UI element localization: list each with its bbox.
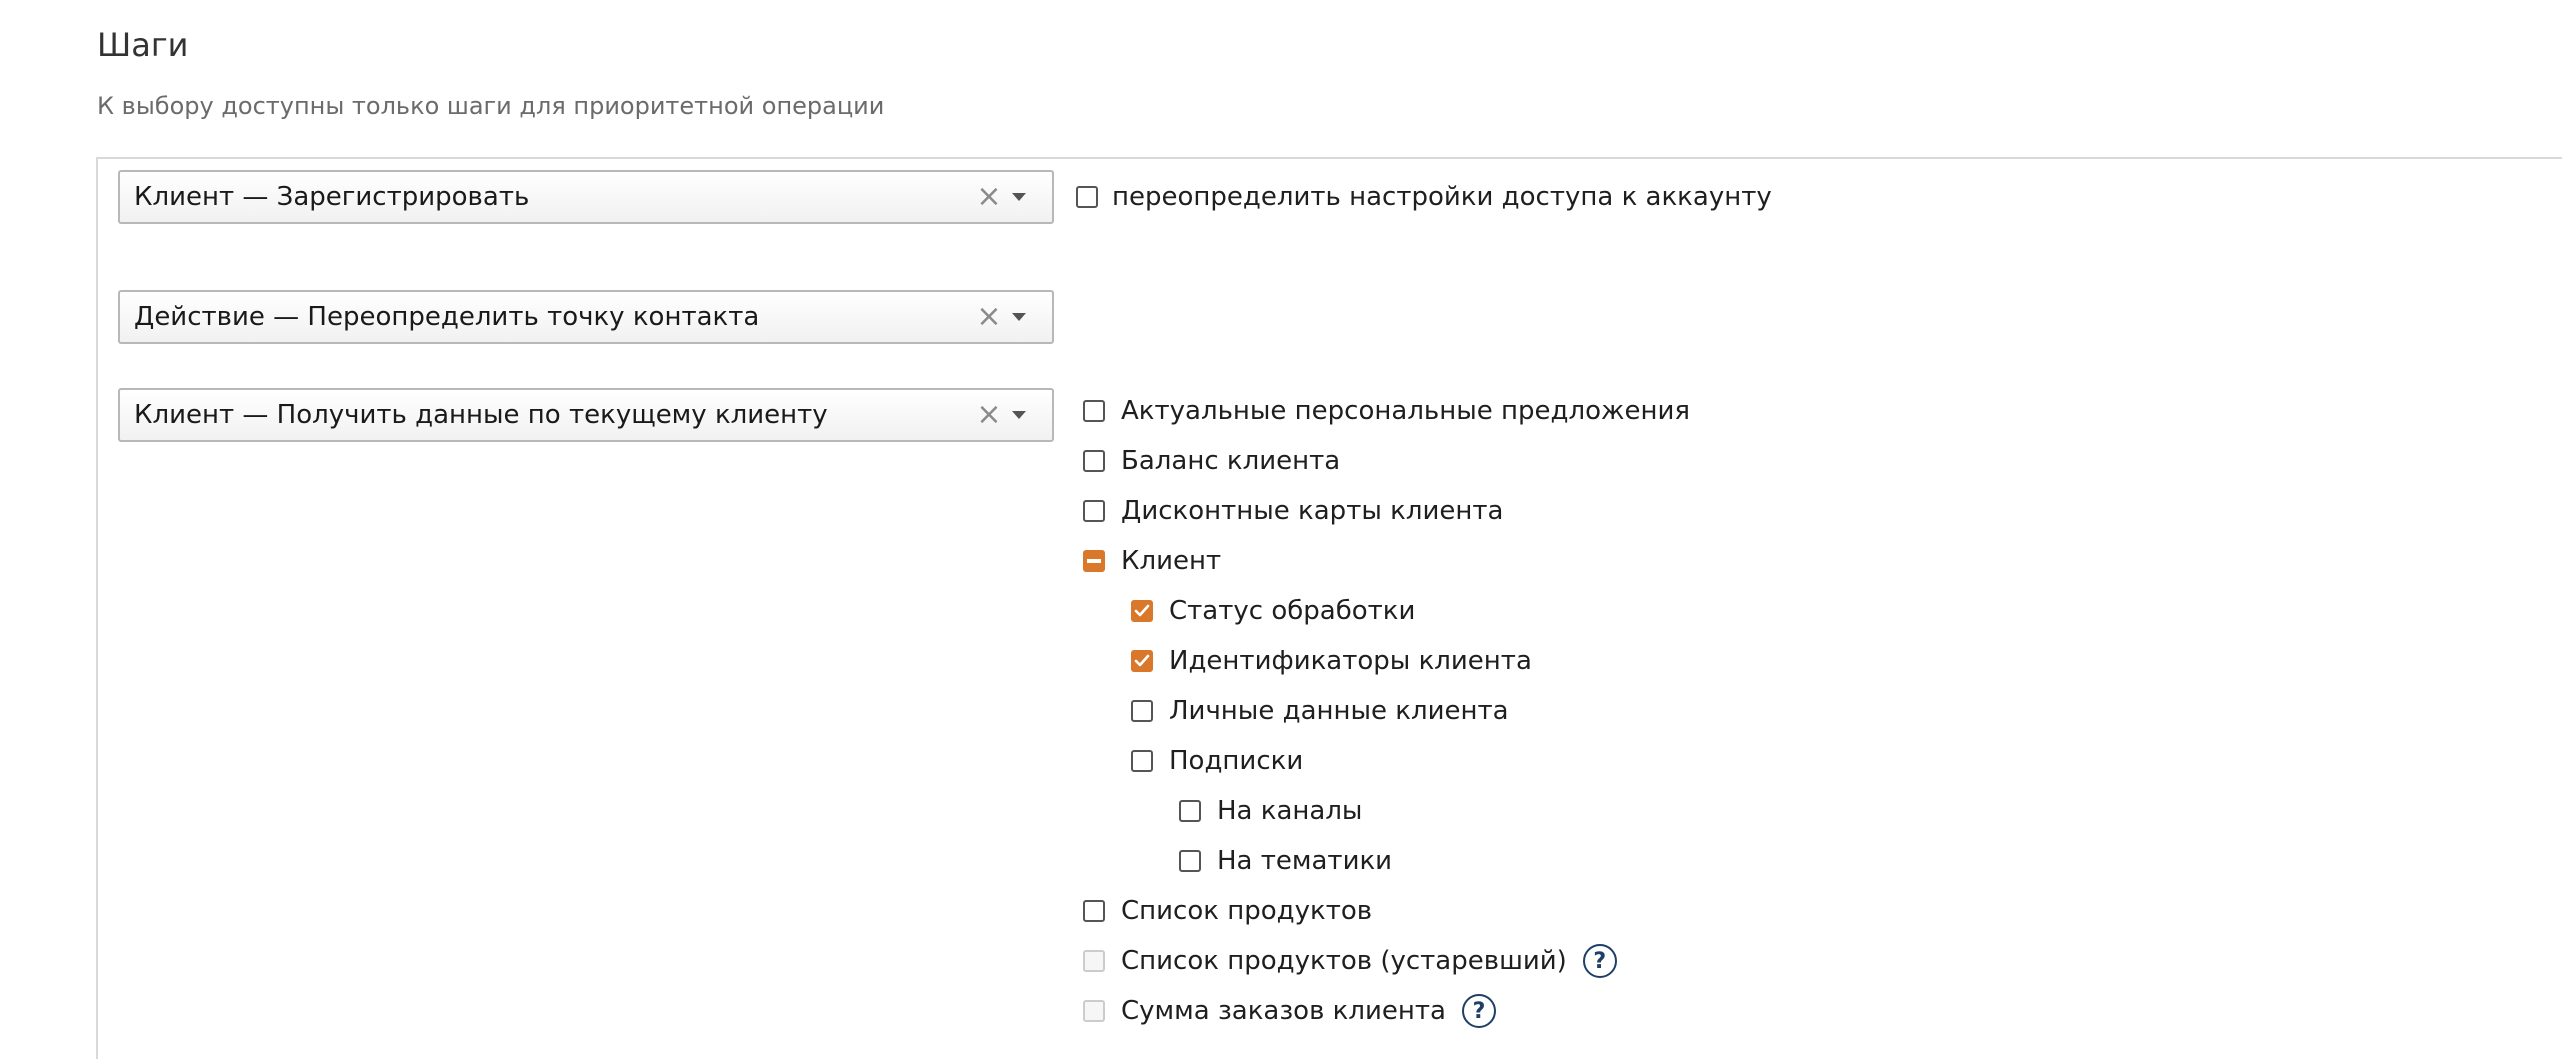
option-label: На тематики bbox=[1217, 846, 1393, 876]
override-access-checkbox[interactable] bbox=[1076, 186, 1098, 208]
option-label: Список продуктов bbox=[1121, 896, 1373, 926]
option-label: Дисконтные карты клиента bbox=[1121, 496, 1504, 526]
option-row[interactable]: Баланс клиента bbox=[1083, 441, 1340, 481]
step-select-value: Клиент — Получить данные по текущему кли… bbox=[134, 400, 828, 430]
option-label: Статус обработки bbox=[1169, 596, 1416, 626]
option-label: На каналы bbox=[1217, 796, 1363, 826]
option-label: Сумма заказов клиента bbox=[1121, 996, 1446, 1026]
option-checkbox[interactable] bbox=[1179, 800, 1201, 822]
option-row[interactable]: Клиент bbox=[1083, 541, 1221, 581]
step-select-override-contact-point[interactable]: Действие — Переопределить точку контакта… bbox=[118, 290, 1054, 344]
option-checkbox[interactable] bbox=[1131, 700, 1153, 722]
option-checkbox[interactable] bbox=[1131, 600, 1153, 622]
option-row[interactable]: Подписки bbox=[1131, 741, 1303, 781]
step-select-register[interactable]: Клиент — Зарегистрировать × bbox=[118, 170, 1054, 224]
option-checkbox[interactable] bbox=[1083, 550, 1105, 572]
option-label: Идентификаторы клиента bbox=[1169, 646, 1532, 676]
option-row[interactable]: Список продуктов bbox=[1083, 891, 1372, 931]
help-icon[interactable]: ? bbox=[1461, 994, 1496, 1028]
override-access-label: переопределить настройки доступа к аккау… bbox=[1112, 182, 1772, 212]
option-label: Личные данные клиента bbox=[1169, 696, 1509, 726]
option-row[interactable]: Дисконтные карты клиента bbox=[1083, 491, 1503, 531]
option-label: Список продуктов (устаревший) bbox=[1121, 946, 1567, 976]
option-label: Актуальные персональные предложения bbox=[1121, 396, 1691, 426]
option-checkbox[interactable] bbox=[1083, 400, 1105, 422]
option-checkbox[interactable] bbox=[1083, 500, 1105, 522]
option-checkbox bbox=[1083, 950, 1105, 972]
option-checkbox[interactable] bbox=[1083, 450, 1105, 472]
dropdown-arrow-icon[interactable] bbox=[1012, 313, 1026, 321]
clear-icon[interactable]: × bbox=[976, 400, 1002, 430]
option-checkbox[interactable] bbox=[1179, 850, 1201, 872]
option-checkbox[interactable] bbox=[1083, 900, 1105, 922]
dropdown-arrow-icon[interactable] bbox=[1012, 193, 1026, 201]
help-icon[interactable]: ? bbox=[1582, 944, 1617, 978]
clear-icon[interactable]: × bbox=[976, 302, 1002, 332]
section-title: Шаги bbox=[97, 26, 189, 64]
option-checkbox[interactable] bbox=[1131, 650, 1153, 672]
clear-icon[interactable]: × bbox=[976, 182, 1002, 212]
option-label: Баланс клиента bbox=[1121, 446, 1341, 476]
step-select-get-client-data[interactable]: Клиент — Получить данные по текущему кли… bbox=[118, 388, 1054, 442]
option-label: Подписки bbox=[1169, 746, 1304, 776]
option-checkbox[interactable] bbox=[1131, 750, 1153, 772]
option-row[interactable]: Актуальные персональные предложения bbox=[1083, 391, 1690, 431]
option-row: Список продуктов (устаревший)? bbox=[1083, 941, 1617, 981]
option-checkbox bbox=[1083, 1000, 1105, 1022]
option-row[interactable]: Личные данные клиента bbox=[1131, 691, 1509, 731]
override-access-option[interactable]: переопределить настройки доступа к аккау… bbox=[1076, 182, 1772, 212]
option-label: Клиент bbox=[1121, 546, 1222, 576]
step-select-value: Действие — Переопределить точку контакта bbox=[134, 302, 760, 332]
option-row[interactable]: На тематики bbox=[1179, 841, 1392, 881]
option-row[interactable]: Статус обработки bbox=[1131, 591, 1415, 631]
option-row[interactable]: Идентификаторы клиента bbox=[1131, 641, 1532, 681]
option-row[interactable]: На каналы bbox=[1179, 791, 1362, 831]
option-row: Сумма заказов клиента? bbox=[1083, 991, 1496, 1031]
step-select-value: Клиент — Зарегистрировать bbox=[134, 182, 530, 212]
section-subtitle: К выбору доступны только шаги для приори… bbox=[97, 92, 885, 120]
dropdown-arrow-icon[interactable] bbox=[1012, 411, 1026, 419]
